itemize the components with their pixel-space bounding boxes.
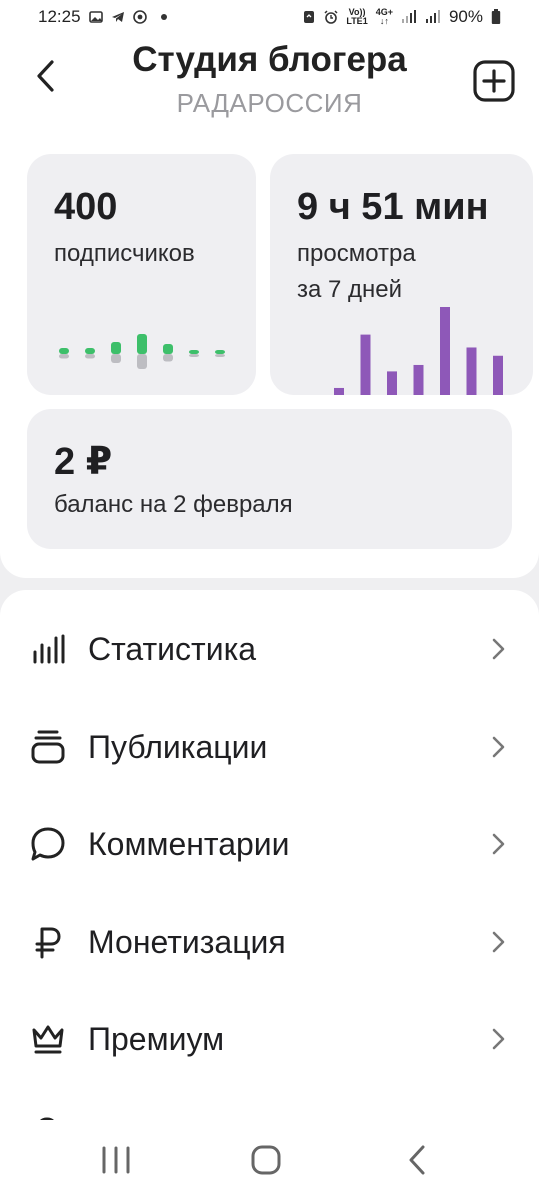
subscribers-gain-bar <box>85 348 95 354</box>
back-nav-icon[interactable] <box>398 1142 438 1178</box>
chevron-left-icon <box>37 60 54 92</box>
balance-card[interactable]: 2 ₽ баланс на 2 февраля <box>27 409 512 549</box>
signal-2-icon <box>425 10 440 23</box>
status-bar: 12:25 Vo)) LTE1 4G+ ↓↑ 90% <box>0 0 539 34</box>
network-gen-indicator: 4G+ ↓↑ <box>376 8 393 26</box>
recycle-icon <box>304 11 315 23</box>
menu-label: Статистика <box>88 630 257 667</box>
gallery-icon <box>88 11 103 23</box>
views-bar <box>413 364 424 395</box>
subscribers-trend-chart <box>59 334 225 369</box>
chevron-right-icon <box>492 638 505 660</box>
alarm-icon <box>324 10 338 24</box>
views-label: просмотра за 7 дней <box>297 236 416 308</box>
battery-percent: 90% <box>448 7 483 26</box>
subscribers-gain-bar <box>189 350 199 354</box>
views-duration: 9 ч 51 мин <box>297 186 489 228</box>
menu-label: Премиум <box>88 1020 225 1057</box>
menu-label: Публикации <box>88 728 268 765</box>
telegram-icon <box>111 12 124 22</box>
menu-label: Монетизация <box>88 923 286 960</box>
notification-dot-icon <box>160 14 167 20</box>
studio-summary-section: Студия блогера РАДАРОССИЯ 400 подписчико… <box>0 34 539 578</box>
menu-item-publications[interactable]: Публикации <box>0 698 539 796</box>
views-bar-chart <box>334 307 503 395</box>
bar-chart-icon <box>28 629 68 669</box>
chevron-right-icon <box>492 1028 505 1050</box>
views-card[interactable]: 9 ч 51 мин просмотра за 7 дней <box>270 154 533 395</box>
views-label-line1: просмотра <box>297 240 416 267</box>
menu-label: Комментарии <box>88 825 290 862</box>
ruble-icon <box>28 922 68 962</box>
plus-square-icon <box>473 60 515 102</box>
chevron-right-icon <box>492 931 505 953</box>
volte-indicator: Vo)) LTE1 <box>346 8 367 26</box>
views-bar <box>466 347 477 395</box>
subscribers-loss-bar <box>137 354 147 369</box>
subscribers-gain-bar <box>163 344 173 354</box>
back-button[interactable] <box>26 56 66 96</box>
status-right: Vo)) LTE1 4G+ ↓↑ 90% <box>302 7 501 27</box>
chevron-right-icon <box>492 736 505 758</box>
views-bar <box>493 355 503 395</box>
subscribers-loss-bar <box>163 354 173 362</box>
volte-bottom: LTE1 <box>346 16 368 26</box>
data-arrows-icon: ↓↑ <box>379 16 389 26</box>
subscribers-gain-bar <box>215 350 225 354</box>
subscribers-loss-bar <box>111 354 121 363</box>
subscribers-gain-bar <box>111 342 121 354</box>
views-label-line2: за 7 дней <box>297 276 403 303</box>
subscribers-gain-bar <box>137 334 147 354</box>
stack-icon <box>28 727 68 767</box>
chrome-icon <box>132 10 147 24</box>
home-icon[interactable] <box>246 1142 286 1178</box>
subscribers-loss-bar <box>59 354 69 359</box>
chevron-right-icon <box>492 833 505 855</box>
views-bar <box>360 334 371 395</box>
subscribers-loss-bar <box>189 354 199 357</box>
views-bar <box>387 371 397 395</box>
menu-item-monetization[interactable]: Монетизация <box>0 893 539 991</box>
subscribers-gain-bar <box>59 348 69 354</box>
comment-icon <box>28 824 68 864</box>
system-nav-bar <box>0 1120 539 1200</box>
battery-icon <box>491 9 501 24</box>
balance-amount: 2 ₽ <box>54 441 113 483</box>
menu-item-premium[interactable]: Премиум <box>0 990 539 1088</box>
status-time: 12:25 <box>38 7 81 26</box>
subscribers-card[interactable]: 400 подписчиков <box>27 154 256 395</box>
status-left: 12:25 <box>38 7 167 27</box>
studio-menu: Статистика Публикации Комментарии Монети… <box>0 590 539 1130</box>
menu-item-statistics[interactable]: Статистика <box>0 600 539 698</box>
signal-icon <box>401 10 416 23</box>
crown-icon <box>28 1019 68 1059</box>
views-bar <box>440 307 450 395</box>
channel-name: РАДАРОССИЯ <box>176 88 363 118</box>
subscribers-loss-bar <box>85 354 95 359</box>
balance-label: баланс на 2 февраля <box>54 491 293 518</box>
views-bar <box>334 387 344 395</box>
subscribers-loss-bar <box>215 354 225 357</box>
subscribers-label: подписчиков <box>54 240 195 267</box>
add-publication-button[interactable] <box>473 60 515 102</box>
menu-item-comments[interactable]: Комментарии <box>0 795 539 893</box>
subscribers-count: 400 <box>54 186 118 228</box>
recent-apps-icon[interactable] <box>96 1142 136 1178</box>
page-title: Студия блогера <box>132 40 407 79</box>
